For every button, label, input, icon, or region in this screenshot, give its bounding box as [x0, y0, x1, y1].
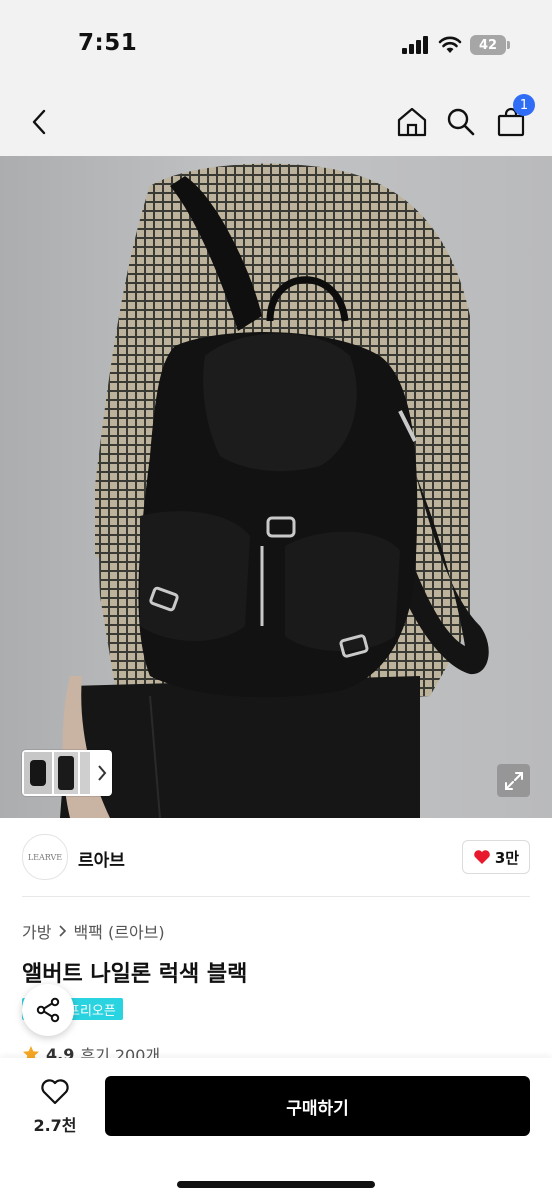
breadcrumb: 가방 백팩 (르아브)	[22, 919, 165, 943]
product-image[interactable]	[0, 156, 552, 818]
status-bar: 7:51 42	[0, 0, 552, 90]
brand-like-button[interactable]: 3만	[462, 840, 530, 874]
chevron-right-icon	[59, 925, 67, 937]
search-icon	[447, 108, 475, 136]
brand-logo-text: LEARVE	[27, 852, 63, 862]
heart-outline-icon	[41, 1079, 69, 1105]
wifi-icon	[438, 36, 462, 53]
product-title: 앨버트 나일론 럭색 블랙	[22, 962, 248, 987]
battery-icon: 42	[470, 35, 510, 55]
cart-count-badge: 1	[513, 94, 535, 116]
battery-level: 42	[478, 37, 498, 53]
home-indicator	[177, 1181, 375, 1188]
expand-image-button[interactable]	[497, 764, 530, 797]
breadcrumb-category[interactable]: 가방	[22, 919, 51, 943]
buy-button[interactable]: 구매하기	[105, 1076, 530, 1136]
thumbnail-image	[24, 752, 107, 794]
chevron-left-icon	[32, 109, 46, 135]
product-photo	[60, 163, 489, 818]
chevron-right-icon	[98, 765, 107, 781]
search-button[interactable]	[443, 102, 479, 142]
brand-row: LEARVE 르아브 3만	[22, 834, 530, 880]
brand-like-count: 3만	[494, 848, 520, 867]
home-icon	[397, 107, 427, 137]
bottom-action-bar: 2.7천 구매하기	[0, 1058, 552, 1200]
cart-button[interactable]: 1	[493, 94, 535, 142]
top-nav: 1	[0, 90, 552, 156]
share-button[interactable]	[22, 984, 74, 1036]
wishlist-button[interactable]: 2.7천	[22, 1078, 88, 1136]
preopen-label: 프리오픈	[68, 1003, 116, 1019]
breadcrumb-subcategory[interactable]: 백팩 (르아브)	[73, 919, 164, 943]
image-thumbnails[interactable]	[22, 750, 112, 796]
heart-filled-icon	[474, 850, 490, 864]
brand-logo[interactable]: LEARVE	[22, 834, 68, 880]
divider	[22, 896, 530, 897]
back-button[interactable]	[22, 102, 58, 142]
signal-icon	[402, 36, 428, 54]
wishlist-count: 2.7천	[33, 1116, 77, 1135]
home-button[interactable]	[394, 102, 430, 142]
share-icon	[36, 997, 60, 1023]
brand-name[interactable]: 르아브	[78, 846, 125, 871]
status-icons: 42	[402, 33, 510, 57]
expand-icon	[504, 771, 523, 790]
status-time: 7:51	[78, 30, 138, 56]
